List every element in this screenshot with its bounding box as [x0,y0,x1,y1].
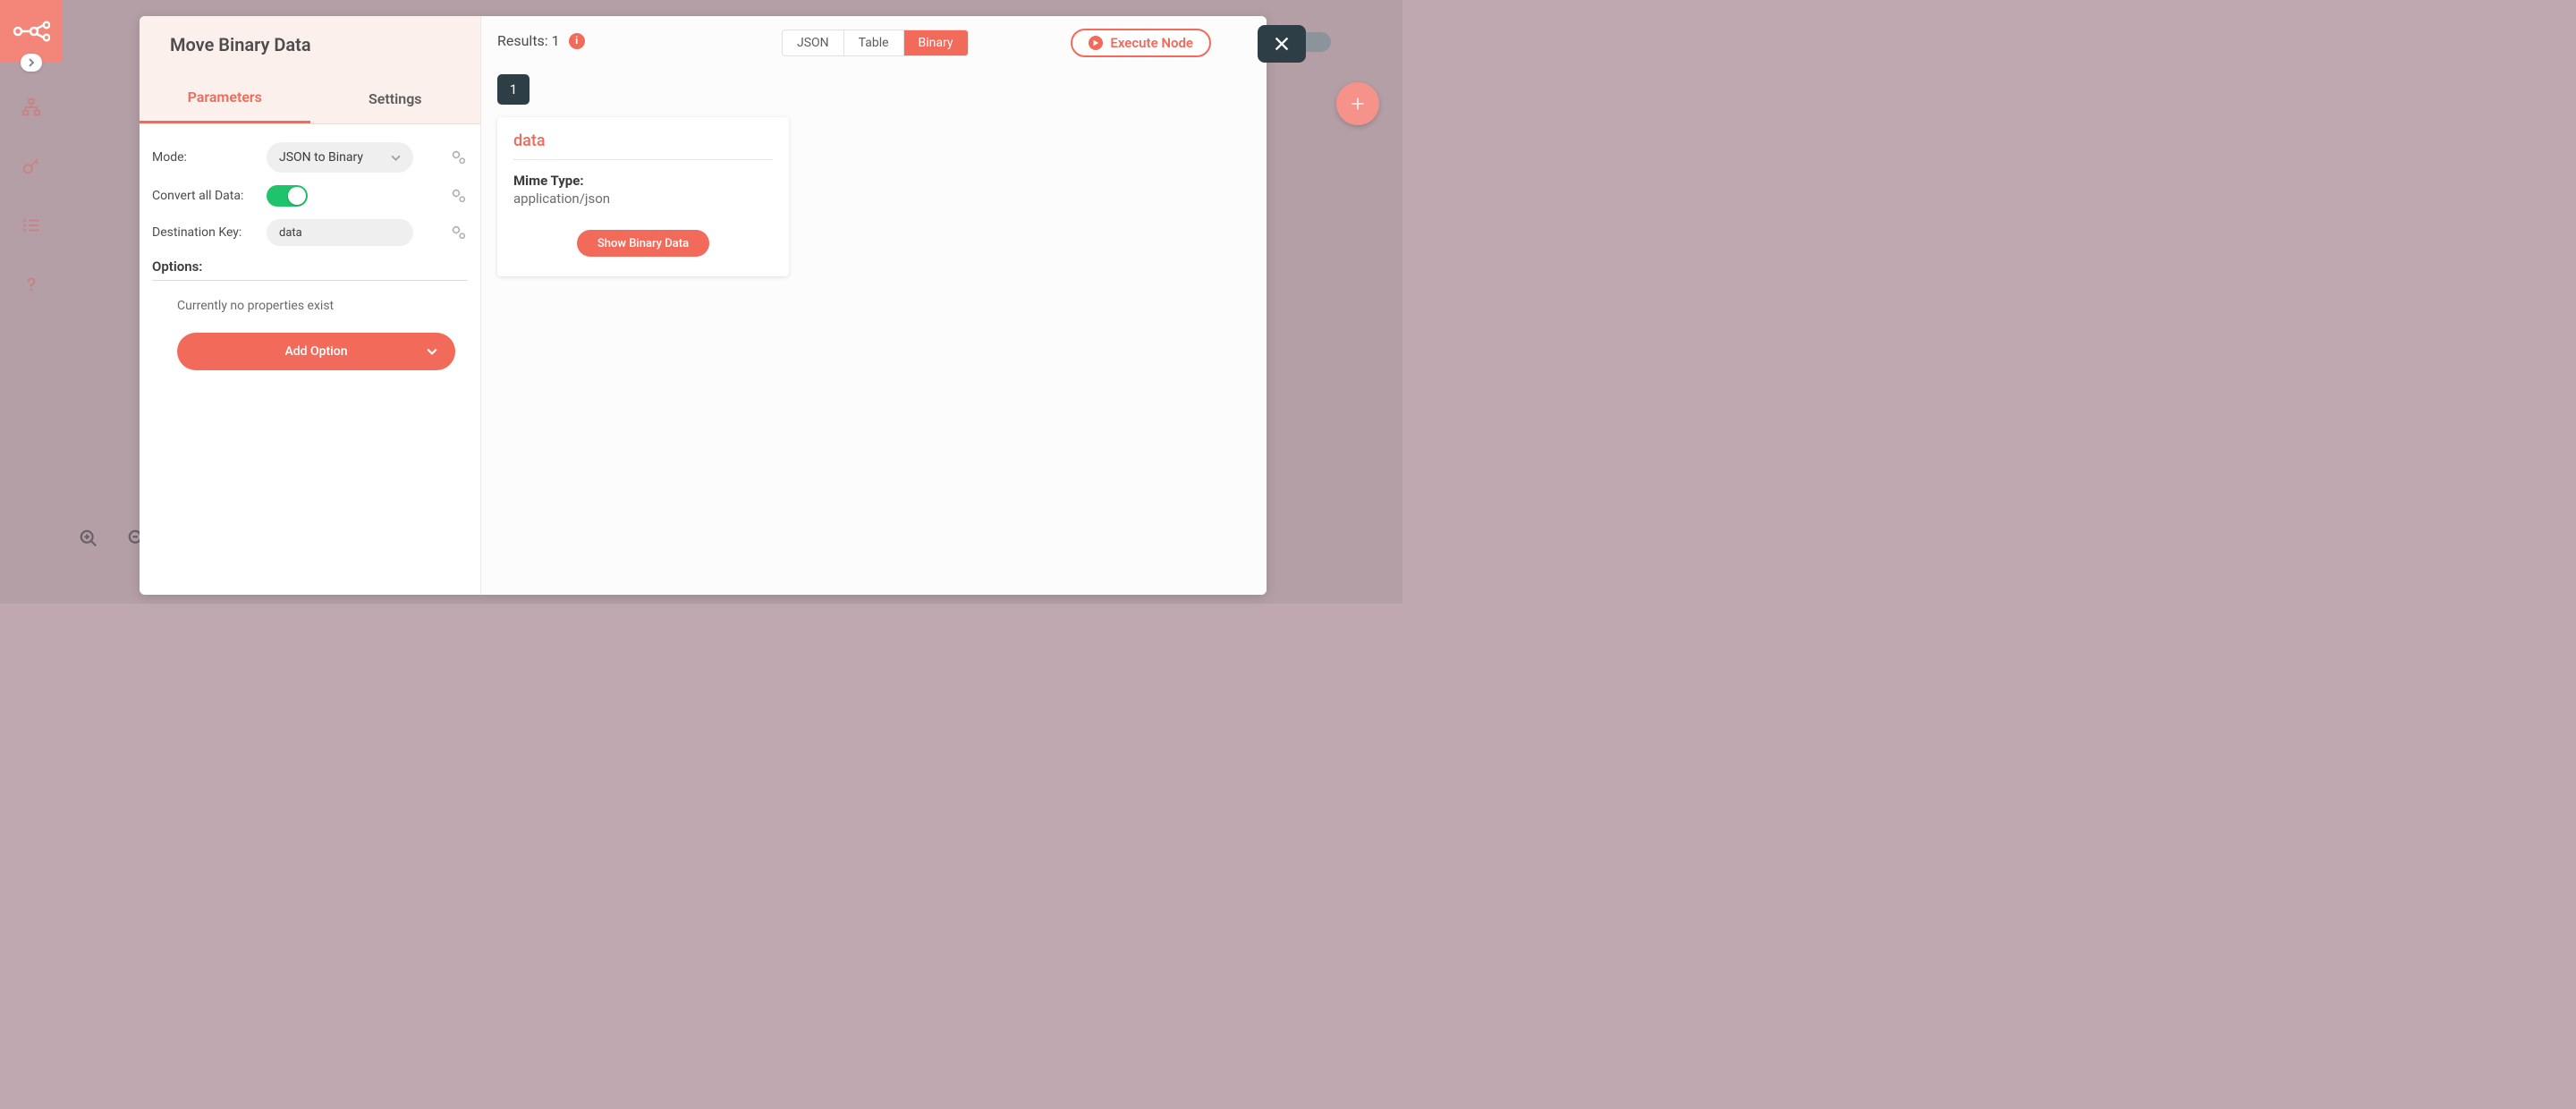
parameters-body: Mode: JSON to Binary [140,124,480,381]
execute-node-button[interactable]: Execute Node [1071,29,1211,57]
zoom-in-icon [79,529,98,548]
destkey-options-button[interactable] [450,224,468,241]
close-icon [1272,34,1292,54]
sidebar-expand-button[interactable] [21,54,42,72]
results-info-button[interactable]: i [569,33,585,49]
info-icon: i [575,35,578,47]
chevron-right-icon [27,58,36,67]
sitemap-icon [21,97,41,117]
show-binary-data-button[interactable]: Show Binary Data [577,230,709,257]
mode-label: Mode: [152,150,259,165]
mime-type-value: application/json [513,190,773,207]
n8n-logo-icon [13,21,50,42]
chevron-down-icon [427,346,437,357]
sidebar-item-workflows[interactable] [0,82,63,132]
execute-node-label: Execute Node [1110,35,1193,51]
config-tabs: Parameters Settings [140,73,480,124]
param-destkey-row: Destination Key: data [152,219,468,246]
node-editor-modal: Move Binary Data Parameters Settings Mod… [140,16,1267,595]
view-binary-button[interactable]: Binary [904,30,968,55]
view-json-button[interactable]: JSON [783,30,844,55]
app-logo[interactable] [0,0,63,63]
mime-type-label: Mime Type: [513,173,773,189]
gear-icon [451,188,467,204]
options-header: Options: [152,258,468,281]
add-option-button[interactable]: Add Option [177,333,455,370]
left-sidebar [0,0,63,604]
key-icon [21,157,41,176]
view-mode-toggle: JSON Table Binary [782,30,969,56]
toggle-knob [288,187,306,205]
view-table-button[interactable]: Table [844,30,904,55]
plus-icon [1348,94,1368,114]
destination-key-input[interactable]: data [267,219,413,246]
results-panel: Results: 1 i JSON Table Binary Execute N… [481,16,1267,595]
results-label: Results: 1 [497,32,560,49]
node-config-panel: Move Binary Data Parameters Settings Mod… [140,16,481,595]
destkey-label: Destination Key: [152,225,259,240]
param-mode-row: Mode: JSON to Binary [152,142,468,173]
sidebar-item-help[interactable] [0,259,63,309]
result-index-badge[interactable]: 1 [497,74,530,105]
sidebar-item-executions[interactable] [0,200,63,250]
convert-label: Convert all Data: [152,189,259,203]
mode-select-value: JSON to Binary [279,150,363,165]
show-binary-label: Show Binary Data [597,237,689,250]
chevron-down-icon [391,153,401,163]
param-convert-row: Convert all Data: [152,185,468,207]
convert-options-button[interactable] [450,187,468,205]
list-icon [21,216,41,235]
mode-options-button[interactable] [450,148,468,166]
add-option-label: Add Option [284,344,347,359]
zoom-in-button[interactable] [73,523,104,554]
panel-header: Move Binary Data [140,16,480,73]
close-button[interactable] [1258,25,1306,63]
gear-icon [451,224,467,241]
tab-settings[interactable]: Settings [310,73,481,123]
no-properties-text: Currently no properties exist [152,286,468,327]
binary-data-card: data Mime Type: application/json Show Bi… [497,117,789,276]
destination-key-value: data [279,226,302,240]
tab-parameters[interactable]: Parameters [140,73,310,123]
play-icon [1089,36,1103,50]
question-icon [22,275,40,293]
add-node-button[interactable] [1336,82,1379,125]
sidebar-item-credentials[interactable] [0,141,63,191]
data-card-title: data [513,131,773,160]
node-title: Move Binary Data [170,34,311,55]
gear-icon [451,149,467,165]
mode-select[interactable]: JSON to Binary [267,142,413,173]
convert-all-data-toggle[interactable] [267,185,308,207]
